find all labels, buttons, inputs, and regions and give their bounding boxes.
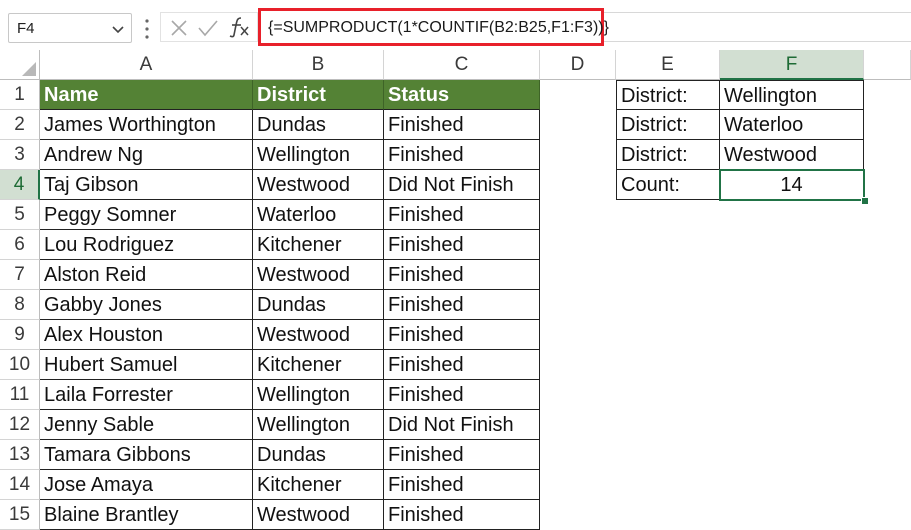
formula-bar: F4 {=SUMPRODUCT(1*COUNTIF(B2:B25,F1:F3))… bbox=[0, 0, 911, 50]
table-header-district[interactable]: District bbox=[253, 80, 384, 110]
criteria-label[interactable]: District: bbox=[616, 110, 720, 140]
table-cell[interactable]: Westwood bbox=[253, 260, 384, 290]
table-cell[interactable]: Finished bbox=[384, 200, 540, 230]
table-cell[interactable]: Finished bbox=[384, 290, 540, 320]
name-box[interactable]: F4 bbox=[8, 13, 132, 43]
table-cell[interactable]: Blaine Brantley bbox=[40, 500, 253, 530]
row-header-5[interactable]: 5 bbox=[0, 200, 40, 230]
table-cell[interactable]: Finished bbox=[384, 140, 540, 170]
table-cell[interactable]: Jose Amaya bbox=[40, 470, 253, 500]
table-cell[interactable]: Hubert Samuel bbox=[40, 350, 253, 380]
fill-handle[interactable] bbox=[861, 197, 869, 205]
table-cell[interactable]: Westwood bbox=[253, 500, 384, 530]
column-header-f[interactable]: F bbox=[720, 50, 864, 80]
formula-bar-extension[interactable] bbox=[604, 12, 911, 42]
column-header-e[interactable]: E bbox=[616, 50, 720, 80]
name-box-value: F4 bbox=[17, 20, 35, 37]
table-cell[interactable]: Wellington bbox=[253, 140, 384, 170]
criteria-value[interactable]: Waterloo bbox=[720, 110, 864, 140]
select-all-corner[interactable] bbox=[0, 50, 40, 80]
row-header-6[interactable]: 6 bbox=[0, 230, 40, 260]
table-cell[interactable]: Lou Rodriguez bbox=[40, 230, 253, 260]
table-cell[interactable]: Dundas bbox=[253, 290, 384, 320]
table-cell[interactable]: James Worthington bbox=[40, 110, 253, 140]
criteria-value[interactable]: Westwood bbox=[720, 140, 864, 170]
row-header-7[interactable]: 7 bbox=[0, 260, 40, 290]
table-cell[interactable]: Wellington bbox=[253, 380, 384, 410]
column-header-d[interactable]: D bbox=[540, 50, 616, 80]
table-cell[interactable]: Did Not Finish bbox=[384, 170, 540, 200]
table-cell[interactable]: Alston Reid bbox=[40, 260, 253, 290]
table-cell[interactable]: Kitchener bbox=[253, 230, 384, 260]
enter-icon[interactable] bbox=[197, 18, 219, 38]
table-cell[interactable]: Finished bbox=[384, 380, 540, 410]
table-header-name[interactable]: Name bbox=[40, 80, 253, 110]
table-cell[interactable]: Taj Gibson bbox=[40, 170, 253, 200]
chevron-down-icon[interactable] bbox=[111, 22, 125, 36]
criteria-value[interactable]: Wellington bbox=[720, 80, 864, 110]
table-cell[interactable]: Kitchener bbox=[253, 350, 384, 380]
table-cell[interactable]: Finished bbox=[384, 260, 540, 290]
table-cell[interactable]: Finished bbox=[384, 470, 540, 500]
criteria-label[interactable]: District: bbox=[616, 80, 720, 110]
table-cell[interactable]: Laila Forrester bbox=[40, 380, 253, 410]
table-cell[interactable]: Kitchener bbox=[253, 470, 384, 500]
table-cell[interactable]: Finished bbox=[384, 350, 540, 380]
spreadsheet-grid: A B C D E F 1 2 3 4 5 6 7 8 9 10 11 12 13 14 15 Name District S… bbox=[0, 50, 911, 530]
column-header-rest bbox=[864, 50, 911, 80]
table-cell[interactable]: Wellington bbox=[253, 410, 384, 440]
table-cell[interactable]: Alex Houston bbox=[40, 320, 253, 350]
column-header-b[interactable]: B bbox=[253, 50, 384, 80]
table-cell[interactable]: Finished bbox=[384, 500, 540, 530]
table-cell[interactable]: Peggy Somner bbox=[40, 200, 253, 230]
table-cell[interactable]: Did Not Finish bbox=[384, 410, 540, 440]
table-cell[interactable]: Westwood bbox=[253, 320, 384, 350]
table-cell[interactable]: Andrew Ng bbox=[40, 140, 253, 170]
row-header-11[interactable]: 11 bbox=[0, 380, 40, 410]
row-header-10[interactable]: 10 bbox=[0, 350, 40, 380]
table-cell[interactable]: Finished bbox=[384, 440, 540, 470]
function-icon[interactable] bbox=[227, 16, 251, 38]
formula-controls bbox=[160, 12, 258, 42]
row-header-3[interactable]: 3 bbox=[0, 140, 40, 170]
select-all-icon bbox=[22, 62, 36, 76]
table-cell[interactable]: Tamara Gibbons bbox=[40, 440, 253, 470]
table-cell[interactable]: Finished bbox=[384, 230, 540, 260]
column-header-c[interactable]: C bbox=[384, 50, 540, 80]
row-header-13[interactable]: 13 bbox=[0, 440, 40, 470]
column-header-a[interactable]: A bbox=[40, 50, 253, 80]
row-header-2[interactable]: 2 bbox=[0, 110, 40, 140]
table-cell[interactable]: Finished bbox=[384, 320, 540, 350]
more-options-icon[interactable] bbox=[144, 18, 150, 40]
formula-text: {=SUMPRODUCT(1*COUNTIF(B2:B25,F1:F3))} bbox=[268, 19, 609, 36]
formula-input[interactable]: {=SUMPRODUCT(1*COUNTIF(B2:B25,F1:F3))} bbox=[258, 8, 609, 46]
table-header-status[interactable]: Status bbox=[384, 80, 540, 110]
criteria-label[interactable]: District: bbox=[616, 140, 720, 170]
row-header-15[interactable]: 15 bbox=[0, 500, 40, 530]
table-cell[interactable]: Dundas bbox=[253, 110, 384, 140]
table-cell[interactable]: Westwood bbox=[253, 170, 384, 200]
table-cell[interactable]: Jenny Sable bbox=[40, 410, 253, 440]
table-cell[interactable]: Gabby Jones bbox=[40, 290, 253, 320]
count-label[interactable]: Count: bbox=[616, 170, 720, 200]
row-header-14[interactable]: 14 bbox=[0, 470, 40, 500]
active-cell-selection bbox=[719, 169, 865, 201]
cancel-icon[interactable] bbox=[169, 18, 189, 38]
row-header-4[interactable]: 4 bbox=[0, 170, 40, 200]
row-header-12[interactable]: 12 bbox=[0, 410, 40, 440]
row-header-9[interactable]: 9 bbox=[0, 320, 40, 350]
table-cell[interactable]: Waterloo bbox=[253, 200, 384, 230]
row-header-8[interactable]: 8 bbox=[0, 290, 40, 320]
table-cell[interactable]: Dundas bbox=[253, 440, 384, 470]
row-header-1[interactable]: 1 bbox=[0, 80, 40, 110]
table-cell[interactable]: Finished bbox=[384, 110, 540, 140]
